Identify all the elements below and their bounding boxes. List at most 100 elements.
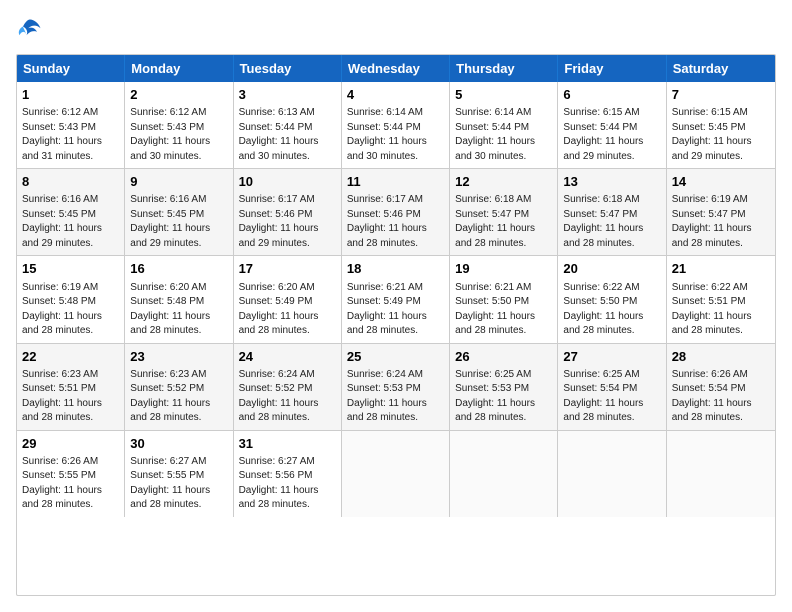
day-info: Sunrise: 6:16 AM Sunset: 5:45 PM Dayligh… (22, 193, 119, 251)
day-info: Sunrise: 6:22 AM Sunset: 5:51 PM Dayligh… (672, 281, 770, 339)
calendar-cell: 11 Sunrise: 6:17 AM Sunset: 5:46 PM Dayli… (342, 169, 450, 255)
day-info: Sunrise: 6:14 AM Sunset: 5:44 PM Dayligh… (347, 106, 444, 164)
calendar-header-cell: Wednesday (342, 55, 450, 82)
page: SundayMondayTuesdayWednesdayThursdayFrid… (0, 0, 792, 612)
day-number: 10 (239, 173, 336, 191)
calendar-header-cell: Saturday (667, 55, 775, 82)
calendar-cell: 15 Sunrise: 6:19 AM Sunset: 5:48 PM Dayli… (17, 256, 125, 342)
calendar-cell: 5 Sunrise: 6:14 AM Sunset: 5:44 PM Daylig… (450, 82, 558, 168)
day-number: 8 (22, 173, 119, 191)
day-info: Sunrise: 6:17 AM Sunset: 5:46 PM Dayligh… (239, 193, 336, 251)
calendar-header-cell: Tuesday (234, 55, 342, 82)
day-info: Sunrise: 6:25 AM Sunset: 5:53 PM Dayligh… (455, 368, 552, 426)
calendar-cell: 18Sunrise: 6:21 AM Sunset: 5:49 PM Dayli… (342, 256, 450, 342)
day-number: 13 (563, 173, 660, 191)
day-info: Sunrise: 6:24 AM Sunset: 5:52 PM Dayligh… (239, 368, 336, 426)
calendar-cell: 12 Sunrise: 6:18 AM Sunset: 5:47 PM Dayli… (450, 169, 558, 255)
calendar-cell: 17 Sunrise: 6:20 AM Sunset: 5:49 PM Dayli… (234, 256, 342, 342)
day-info: Sunrise: 6:25 AM Sunset: 5:54 PM Dayligh… (563, 368, 660, 426)
logo (16, 16, 48, 44)
day-info: Sunrise: 6:15 AM Sunset: 5:44 PM Dayligh… (563, 106, 660, 164)
calendar-cell: 8 Sunrise: 6:16 AM Sunset: 5:45 PM Daylig… (17, 169, 125, 255)
day-number: 2 (130, 86, 227, 104)
calendar-cell: 6 Sunrise: 6:15 AM Sunset: 5:44 PM Daylig… (558, 82, 666, 168)
calendar-cell: 27 Sunrise: 6:25 AM Sunset: 5:54 PM Dayli… (558, 344, 666, 430)
calendar-cell: 2 Sunrise: 6:12 AM Sunset: 5:43 PM Daylig… (125, 82, 233, 168)
day-number: 1 (22, 86, 119, 104)
day-info: Sunrise: 6:17 AM Sunset: 5:46 PM Dayligh… (347, 193, 444, 251)
day-info: Sunrise: 6:16 AM Sunset: 5:45 PM Dayligh… (130, 193, 227, 251)
calendar-cell: 19Sunrise: 6:21 AM Sunset: 5:50 PM Dayli… (450, 256, 558, 342)
day-number: 9 (130, 173, 227, 191)
day-number: 26 (455, 348, 552, 366)
calendar-cell: 14Sunrise: 6:19 AM Sunset: 5:47 PM Dayli… (667, 169, 775, 255)
day-info: Sunrise: 6:24 AM Sunset: 5:53 PM Dayligh… (347, 368, 444, 426)
day-number: 28 (672, 348, 770, 366)
day-info: Sunrise: 6:23 AM Sunset: 5:52 PM Dayligh… (130, 368, 227, 426)
day-number: 6 (563, 86, 660, 104)
day-info: Sunrise: 6:12 AM Sunset: 5:43 PM Dayligh… (22, 106, 119, 164)
calendar-cell: 1 Sunrise: 6:12 AM Sunset: 5:43 PM Daylig… (17, 82, 125, 168)
calendar-cell: 3Sunrise: 6:13 AM Sunset: 5:44 PM Daylig… (234, 82, 342, 168)
calendar-body: 1 Sunrise: 6:12 AM Sunset: 5:43 PM Daylig… (17, 82, 775, 517)
calendar-cell: 24 Sunrise: 6:24 AM Sunset: 5:52 PM Dayli… (234, 344, 342, 430)
day-number: 24 (239, 348, 336, 366)
day-info: Sunrise: 6:14 AM Sunset: 5:44 PM Dayligh… (455, 106, 552, 164)
day-number: 7 (672, 86, 770, 104)
day-info: Sunrise: 6:21 AM Sunset: 5:49 PM Dayligh… (347, 281, 444, 339)
day-number: 17 (239, 260, 336, 278)
calendar: SundayMondayTuesdayWednesdayThursdayFrid… (16, 54, 776, 596)
calendar-cell: 25 Sunrise: 6:24 AM Sunset: 5:53 PM Dayli… (342, 344, 450, 430)
calendar-cell: 16Sunrise: 6:20 AM Sunset: 5:48 PM Dayli… (125, 256, 233, 342)
day-info: Sunrise: 6:13 AM Sunset: 5:44 PM Dayligh… (239, 106, 336, 164)
calendar-cell: 23 Sunrise: 6:23 AM Sunset: 5:52 PM Dayli… (125, 344, 233, 430)
day-info: Sunrise: 6:22 AM Sunset: 5:50 PM Dayligh… (563, 281, 660, 339)
day-number: 22 (22, 348, 119, 366)
day-number: 4 (347, 86, 444, 104)
calendar-header-cell: Thursday (450, 55, 558, 82)
logo-icon (16, 16, 44, 44)
calendar-row: 29 Sunrise: 6:26 AM Sunset: 5:55 PM Dayli… (17, 431, 775, 517)
calendar-cell: 13 Sunrise: 6:18 AM Sunset: 5:47 PM Dayli… (558, 169, 666, 255)
calendar-cell: 29 Sunrise: 6:26 AM Sunset: 5:55 PM Dayli… (17, 431, 125, 517)
day-number: 20 (563, 260, 660, 278)
calendar-cell (558, 431, 666, 517)
day-info: Sunrise: 6:18 AM Sunset: 5:47 PM Dayligh… (455, 193, 552, 251)
calendar-row: 8 Sunrise: 6:16 AM Sunset: 5:45 PM Daylig… (17, 169, 775, 256)
calendar-cell: 7 Sunrise: 6:15 AM Sunset: 5:45 PM Daylig… (667, 82, 775, 168)
day-number: 21 (672, 260, 770, 278)
day-number: 11 (347, 173, 444, 191)
day-info: Sunrise: 6:26 AM Sunset: 5:54 PM Dayligh… (672, 368, 770, 426)
day-info: Sunrise: 6:15 AM Sunset: 5:45 PM Dayligh… (672, 106, 770, 164)
day-number: 5 (455, 86, 552, 104)
day-number: 25 (347, 348, 444, 366)
day-info: Sunrise: 6:20 AM Sunset: 5:49 PM Dayligh… (239, 281, 336, 339)
day-info: Sunrise: 6:18 AM Sunset: 5:47 PM Dayligh… (563, 193, 660, 251)
day-number: 27 (563, 348, 660, 366)
calendar-cell: 28 Sunrise: 6:26 AM Sunset: 5:54 PM Dayli… (667, 344, 775, 430)
day-info: Sunrise: 6:20 AM Sunset: 5:48 PM Dayligh… (130, 281, 227, 339)
day-number: 23 (130, 348, 227, 366)
day-number: 29 (22, 435, 119, 453)
day-info: Sunrise: 6:19 AM Sunset: 5:47 PM Dayligh… (672, 193, 770, 251)
calendar-cell: 22Sunrise: 6:23 AM Sunset: 5:51 PM Dayli… (17, 344, 125, 430)
calendar-cell (342, 431, 450, 517)
day-number: 30 (130, 435, 227, 453)
calendar-row: 1 Sunrise: 6:12 AM Sunset: 5:43 PM Daylig… (17, 82, 775, 169)
calendar-cell: 30Sunrise: 6:27 AM Sunset: 5:55 PM Dayli… (125, 431, 233, 517)
calendar-header-cell: Monday (125, 55, 233, 82)
day-info: Sunrise: 6:12 AM Sunset: 5:43 PM Dayligh… (130, 106, 227, 164)
calendar-cell: 9 Sunrise: 6:16 AM Sunset: 5:45 PM Daylig… (125, 169, 233, 255)
calendar-row: 22Sunrise: 6:23 AM Sunset: 5:51 PM Dayli… (17, 344, 775, 431)
calendar-header-cell: Sunday (17, 55, 125, 82)
calendar-cell (667, 431, 775, 517)
day-number: 19 (455, 260, 552, 278)
calendar-cell: 26 Sunrise: 6:25 AM Sunset: 5:53 PM Dayli… (450, 344, 558, 430)
day-info: Sunrise: 6:19 AM Sunset: 5:48 PM Dayligh… (22, 281, 119, 339)
day-number: 15 (22, 260, 119, 278)
day-number: 12 (455, 173, 552, 191)
calendar-cell: 21 Sunrise: 6:22 AM Sunset: 5:51 PM Dayli… (667, 256, 775, 342)
calendar-cell: 4 Sunrise: 6:14 AM Sunset: 5:44 PM Daylig… (342, 82, 450, 168)
day-info: Sunrise: 6:26 AM Sunset: 5:55 PM Dayligh… (22, 455, 119, 513)
calendar-header: SundayMondayTuesdayWednesdayThursdayFrid… (17, 55, 775, 82)
